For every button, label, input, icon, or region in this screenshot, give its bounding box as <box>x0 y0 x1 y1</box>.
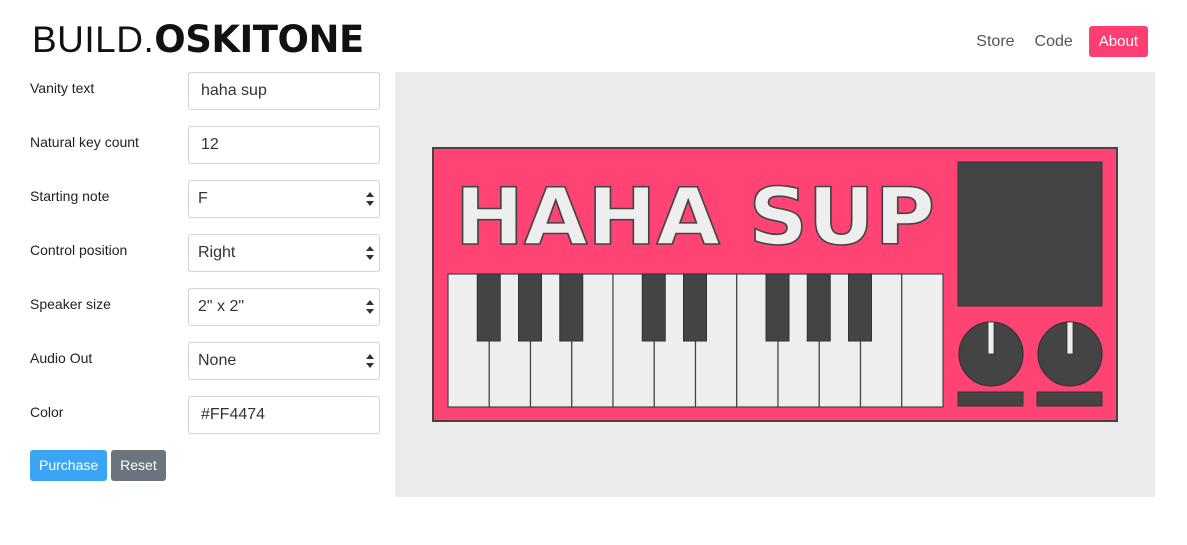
key-count-input[interactable]: 12 <box>188 126 380 164</box>
accidental-key <box>765 273 790 342</box>
speaker-grille <box>957 161 1103 307</box>
audio-out-row: Audio Out None <box>30 342 380 396</box>
select-arrows-icon <box>366 244 374 262</box>
audio-out-label: Audio Out <box>30 350 93 366</box>
speaker-size-label: Speaker size <box>30 296 111 312</box>
options-form: Vanity text haha sup Natural key count 1… <box>30 72 380 450</box>
nav-code-link[interactable]: Code <box>1035 27 1073 57</box>
select-arrows-icon <box>366 352 374 370</box>
control-position-select[interactable]: Right <box>188 234 380 272</box>
speaker-size-row: Speaker size 2" x 2" <box>30 288 380 342</box>
top-nav: Store Code About <box>956 26 1148 57</box>
logo-oskitone: OSKITONE <box>154 18 364 61</box>
knob-label-plate <box>957 391 1024 407</box>
control-position-row: Control position Right <box>30 234 380 288</box>
select-arrows-icon <box>366 298 374 316</box>
accidental-key <box>641 273 666 342</box>
select-arrows-icon <box>366 190 374 208</box>
color-label: Color <box>30 404 64 420</box>
accidental-key <box>806 273 831 342</box>
key-count-label: Natural key count <box>30 134 139 150</box>
accidental-key <box>683 273 707 342</box>
vanity-text-label: Vanity text <box>30 80 95 96</box>
accidental-key <box>476 273 501 342</box>
audio-out-value: None <box>198 352 237 369</box>
keyboard-keys <box>447 273 944 408</box>
nav-about-link[interactable]: About <box>1088 26 1148 57</box>
starting-note-value: F <box>198 190 208 207</box>
reset-button[interactable]: Reset <box>111 450 166 481</box>
color-input[interactable]: #FF4474 <box>188 396 380 434</box>
accidental-key <box>518 273 542 342</box>
color-row: Color #FF4474 <box>30 396 380 450</box>
starting-note-label: Starting note <box>30 188 110 204</box>
accidental-key <box>559 273 584 342</box>
knob-indicator <box>987 321 995 355</box>
keyboard-preview: HAHA SUP <box>395 72 1155 497</box>
site-logo[interactable]: BUILD.OSKITONE <box>32 20 364 60</box>
starting-note-select[interactable]: F <box>188 180 380 218</box>
key-count-row: Natural key count 12 <box>30 126 380 180</box>
purchase-button[interactable]: Purchase <box>30 450 108 481</box>
control-position-label: Control position <box>30 242 128 258</box>
audio-out-select[interactable]: None <box>188 342 380 380</box>
nav-store-link[interactable]: Store <box>976 27 1014 57</box>
speaker-size-value: 2" x 2" <box>198 298 245 315</box>
vanity-text-input[interactable]: haha sup <box>188 72 380 110</box>
speaker-size-select[interactable]: 2" x 2" <box>188 288 380 326</box>
knob-indicator <box>1066 321 1074 355</box>
keyboard-render: HAHA SUP <box>432 147 1118 422</box>
knob-label-plate <box>1036 391 1103 407</box>
starting-note-row: Starting note F <box>30 180 380 234</box>
vanity-text-display: HAHA SUP <box>455 173 935 263</box>
accidental-key <box>848 273 872 342</box>
natural-key <box>901 273 944 408</box>
logo-build: BUILD. <box>32 19 155 60</box>
control-position-value: Right <box>198 244 236 261</box>
vanity-text-row: Vanity text haha sup <box>30 72 380 126</box>
form-actions: Purchase Reset <box>30 450 170 481</box>
